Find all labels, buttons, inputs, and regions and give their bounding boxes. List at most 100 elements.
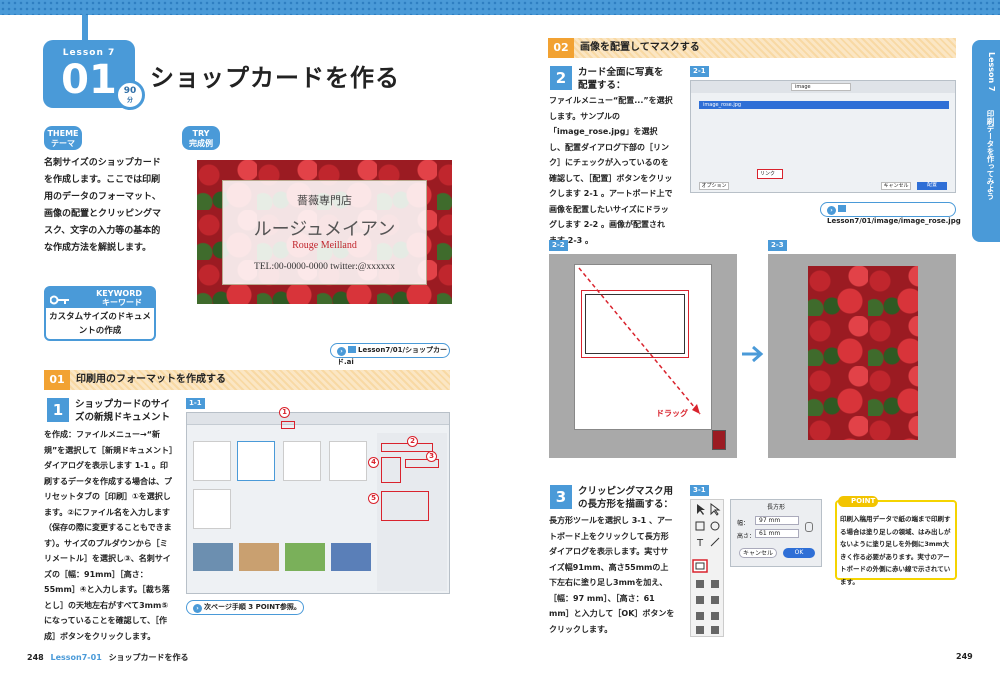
width-label: 幅： xyxy=(737,520,750,527)
right-arrow-icon xyxy=(742,345,764,363)
right-page-number: 249 xyxy=(956,652,973,661)
toolbar-screenshot: T xyxy=(690,499,724,637)
height-input[interactable]: 61 mm xyxy=(755,529,799,538)
image-file-tag[interactable]: › Lesson7/01/image/image_rose.jpg xyxy=(820,202,961,225)
card-tel-text: TEL:00-0000-0000 twitter:@xxxxxx xyxy=(254,262,395,272)
cancel-button[interactable]: キャンセル xyxy=(881,182,911,190)
link-chain-icon[interactable] xyxy=(805,522,813,532)
fig-2-3-label: 2-3 xyxy=(768,240,787,251)
preset-tile-selected xyxy=(237,441,275,481)
section02-number: 02 xyxy=(548,38,574,58)
template-thumb xyxy=(331,543,371,571)
preset-tile xyxy=(283,441,321,481)
point-text: 印刷入稿用データで紙の端まで印刷する場合は塗り足しの領域、はみ出しがないように塗… xyxy=(840,515,951,586)
template-thumb xyxy=(239,543,279,571)
left-page-number: 248 xyxy=(27,653,44,662)
time-unit: 分 xyxy=(126,97,133,104)
preset-tile xyxy=(193,489,231,529)
point-label: POINT xyxy=(838,496,878,507)
dialog-tabbar xyxy=(187,413,449,425)
section01-label: 印刷用のフォーマットを作成する xyxy=(76,374,226,385)
badge-tab xyxy=(82,15,88,41)
image-file-name: Lesson7/01/image/image_rose.jpg xyxy=(827,217,961,225)
arrow-icon: › xyxy=(193,604,202,613)
link-checkbox-highlight[interactable]: リンク xyxy=(757,169,783,179)
folder-icon xyxy=(838,205,846,212)
step2-body: ファイルメニュー“配置...”を選択します。サンプルの「image_rose.j… xyxy=(549,96,673,245)
rectangle-dialog-title: 長方形 xyxy=(766,504,785,511)
step3-body: 長方形ツールを選択し 3-1 、アートボード上をクリックして長方形ダイアログを表… xyxy=(549,516,675,634)
key-icon xyxy=(49,291,70,305)
width-input[interactable]: 97 mm xyxy=(755,516,799,525)
card-roman-text: Rouge Meilland xyxy=(292,240,357,251)
size-fields-highlight xyxy=(381,457,401,483)
svg-text:T: T xyxy=(696,538,704,549)
fig-3-1-label: 3-1 xyxy=(690,485,709,496)
callout-3: 3 xyxy=(426,451,437,462)
bleed-fields-highlight xyxy=(381,491,429,521)
place-button[interactable]: 配置 xyxy=(917,182,947,190)
theme-text: 名刺サイズのショップカードを作成します。ここでは印刷用のデータのフォーマット、画… xyxy=(44,158,162,253)
step3-head: クリッピングマスク用の長方形を描画する： xyxy=(578,486,674,510)
template-thumb xyxy=(193,543,233,571)
step3-number: 3 xyxy=(550,485,572,509)
next-step-ref-text: 次ページ手順 3 POINT参照。 xyxy=(204,603,301,611)
try-pill-en: TRY xyxy=(192,129,210,138)
time-value: 90 xyxy=(123,86,137,96)
rectangle-tool-highlight xyxy=(692,559,708,573)
side-tab-subtitle: 印刷データを作ってみよう xyxy=(986,110,995,200)
drag-label: ドラッグ xyxy=(656,409,688,418)
placed-thumb xyxy=(712,430,726,450)
cancel-button[interactable]: キャンセル xyxy=(739,548,777,558)
fig-2-1-label: 2-1 xyxy=(690,66,709,77)
card-file-tag[interactable]: › Lesson7/01/ショップカード.ai xyxy=(330,343,450,366)
callout-1: 1 xyxy=(279,407,290,418)
theme-pill-en: THEME xyxy=(47,129,79,138)
section01-number: 01 xyxy=(44,370,70,390)
top-decor-strip xyxy=(0,0,1000,15)
card-name-text: ルージュメイアン xyxy=(253,219,396,240)
preset-grid xyxy=(193,441,373,533)
card-shop-text: 薔薇専門店 xyxy=(297,194,352,207)
folder-popup[interactable]: image xyxy=(791,83,851,91)
footer-lesson: Lesson7-01 xyxy=(50,653,102,662)
fig-1-1-label: 1-1 xyxy=(186,398,205,409)
footer-title: ショップカードを作る xyxy=(108,653,189,662)
drag-arrow xyxy=(578,267,701,415)
try-pill-jp: 完成例 xyxy=(189,139,213,148)
step1-body: を作成：ファイルメニュー→“新規”を選択して［新規ドキュメント］ダイアログを表示… xyxy=(44,430,174,641)
rectangle-dialog: 長方形 幅： 97 mm 高さ： 61 mm キャンセル OK xyxy=(730,499,822,567)
step1-number: 1 xyxy=(47,398,69,422)
preset-tile xyxy=(329,441,367,481)
preset-tile xyxy=(193,441,231,481)
place-dialog-screenshot: image image_rose.jpg リンク オプション キャンセル 配置 xyxy=(690,80,956,193)
preset-print-tab-highlight xyxy=(281,421,295,429)
section02-label: 画像を配置してマスクする xyxy=(580,42,700,53)
step2-number: 2 xyxy=(550,66,572,90)
callout-5: 5 xyxy=(368,493,379,504)
step1-head: ショップカードのサイズの新規ドキュメント xyxy=(75,399,171,423)
footer-left: 248 Lesson7-01 ショップカードを作る xyxy=(27,652,189,663)
options-button[interactable]: オプション xyxy=(699,182,729,190)
folder-icon xyxy=(348,346,356,353)
placed-rose-image xyxy=(808,266,918,440)
selected-file-row[interactable]: image_rose.jpg xyxy=(699,101,949,109)
time-badge: 90 分 xyxy=(115,80,145,110)
tool-icons: T xyxy=(692,503,721,634)
page-title: ショップカードを作る xyxy=(150,64,400,92)
arrow-icon: › xyxy=(827,206,836,215)
try-pill: TRY 完成例 xyxy=(182,126,220,150)
template-thumb xyxy=(285,543,325,571)
callout-4: 4 xyxy=(368,457,379,468)
callout-2: 2 xyxy=(407,436,418,447)
next-step-ref[interactable]: › 次ページ手順 3 POINT参照。 xyxy=(186,600,304,615)
theme-pill: THEME テーマ xyxy=(44,126,82,150)
template-thumbs xyxy=(193,543,373,571)
arrow-icon: › xyxy=(337,347,346,356)
height-label: 高さ： xyxy=(737,533,756,540)
side-tab-title: Lesson 7 xyxy=(987,52,996,92)
ok-button[interactable]: OK xyxy=(783,548,815,558)
fig-2-2-label: 2-2 xyxy=(549,240,568,251)
keyword-text: カスタムサイズのドキュメントの作成 xyxy=(49,312,151,336)
theme-pill-jp: テーマ xyxy=(51,139,75,148)
